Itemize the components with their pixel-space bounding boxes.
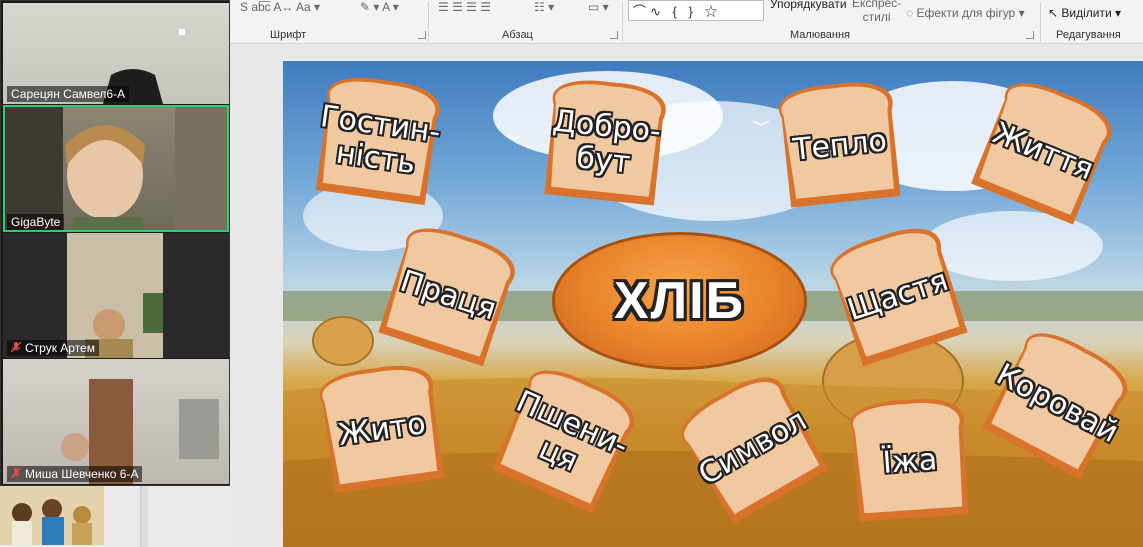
quick-styles-button[interactable]: Експрес- стилі — [852, 0, 901, 24]
video-gallery: Сарецян Самвел6-А GigaByte Струк Артем М… — [0, 0, 230, 486]
ribbon: S ab͞c A↔ Aa ▾ ✎ ▾ A ▾ Шрифт ☰ ☰ ☰ ☰ ☷ ▾… — [230, 0, 1143, 44]
paragraph-dialog-launcher[interactable] — [610, 31, 618, 39]
muted-mic-icon — [11, 342, 21, 353]
select-label: Виділити — [1061, 6, 1112, 20]
group-label-font: Шрифт — [270, 29, 307, 41]
columns-tool[interactable]: ☷ ▾ — [534, 0, 554, 14]
select-button[interactable]: ↖ Виділити ▾ — [1048, 6, 1121, 20]
shape-effects-label: Ефекти для фігур — [916, 6, 1016, 20]
participant-tile[interactable]: Струк Артем — [3, 233, 229, 358]
group-label-drawing: Малювання — [790, 29, 851, 41]
highlight-tools[interactable]: ✎ ▾ A ▾ — [360, 0, 399, 14]
participant-name-text: Миша Шевченко 6-А — [25, 467, 139, 481]
bread-word: Їжа — [881, 442, 939, 481]
participant-tile-active-speaker[interactable]: GigaByte — [3, 105, 229, 232]
participant-tile[interactable]: Сарецян Самвел6-А — [3, 3, 229, 104]
center-title-oval[interactable]: ХЛІБ — [552, 232, 807, 370]
group-label-editing: Редагування — [1056, 29, 1121, 41]
participant-name: Сарецян Самвел6-А — [7, 86, 130, 102]
participant-name: Миша Шевченко 6-А — [7, 466, 143, 482]
bread-card[interactable]: Жито — [299, 356, 465, 504]
arrange-button[interactable]: Упорядкувати — [770, 0, 847, 11]
bread-word: Жито — [336, 406, 428, 453]
font-dialog-launcher[interactable] — [418, 31, 426, 39]
bread-card[interactable]: Тепло — [759, 75, 922, 218]
drawing-dialog-launcher[interactable] — [1026, 31, 1034, 39]
shapes-gallery[interactable]: ⌒∿ { } ☆ ▾ — [628, 0, 764, 21]
participant-name: Струк Артем — [7, 340, 99, 356]
align-tools[interactable]: ☰ ☰ ☰ ☰ — [438, 0, 491, 14]
bread-card[interactable]: Добро- бут — [524, 73, 687, 216]
font-tools[interactable]: S ab͞c A↔ Aa ▾ — [240, 0, 320, 14]
shape-effects-icon: ◌ — [906, 6, 917, 20]
slide-thumbnail-image — [0, 485, 104, 545]
participant-name-text: Сарецян Самвел6-А — [11, 87, 126, 101]
shape-effects-button[interactable]: ◌ Ефекти для фігур ▾ — [906, 6, 1025, 20]
bread-card[interactable]: Їжа — [831, 393, 990, 531]
cursor-icon: ↖ — [1048, 6, 1062, 20]
slide-thumbnail[interactable] — [0, 485, 104, 545]
participant-name-text: GigaByte — [11, 215, 61, 229]
text-box-tool[interactable]: ▭ ▾ — [588, 0, 609, 14]
ribbon-separator — [622, 2, 623, 42]
muted-mic-icon — [11, 468, 21, 479]
ribbon-separator — [1040, 2, 1041, 42]
bread-word: Гостин- ність — [318, 98, 443, 182]
participant-name-text: Струк Артем — [25, 341, 95, 355]
center-title: ХЛІБ — [614, 272, 745, 330]
participant-tile[interactable]: Миша Шевченко 6-А — [3, 359, 229, 484]
participant-video — [3, 105, 229, 232]
shapes-preview: ⌒∿ { } ☆ — [633, 4, 722, 19]
bread-word: Добро- бут — [551, 103, 663, 181]
bread-card[interactable]: Гостин- ність — [295, 68, 461, 216]
participant-name: GigaByte — [7, 214, 65, 230]
group-label-paragraph: Абзац — [502, 29, 533, 41]
ribbon-separator — [428, 2, 429, 42]
bread-word: Тепло — [791, 123, 889, 168]
